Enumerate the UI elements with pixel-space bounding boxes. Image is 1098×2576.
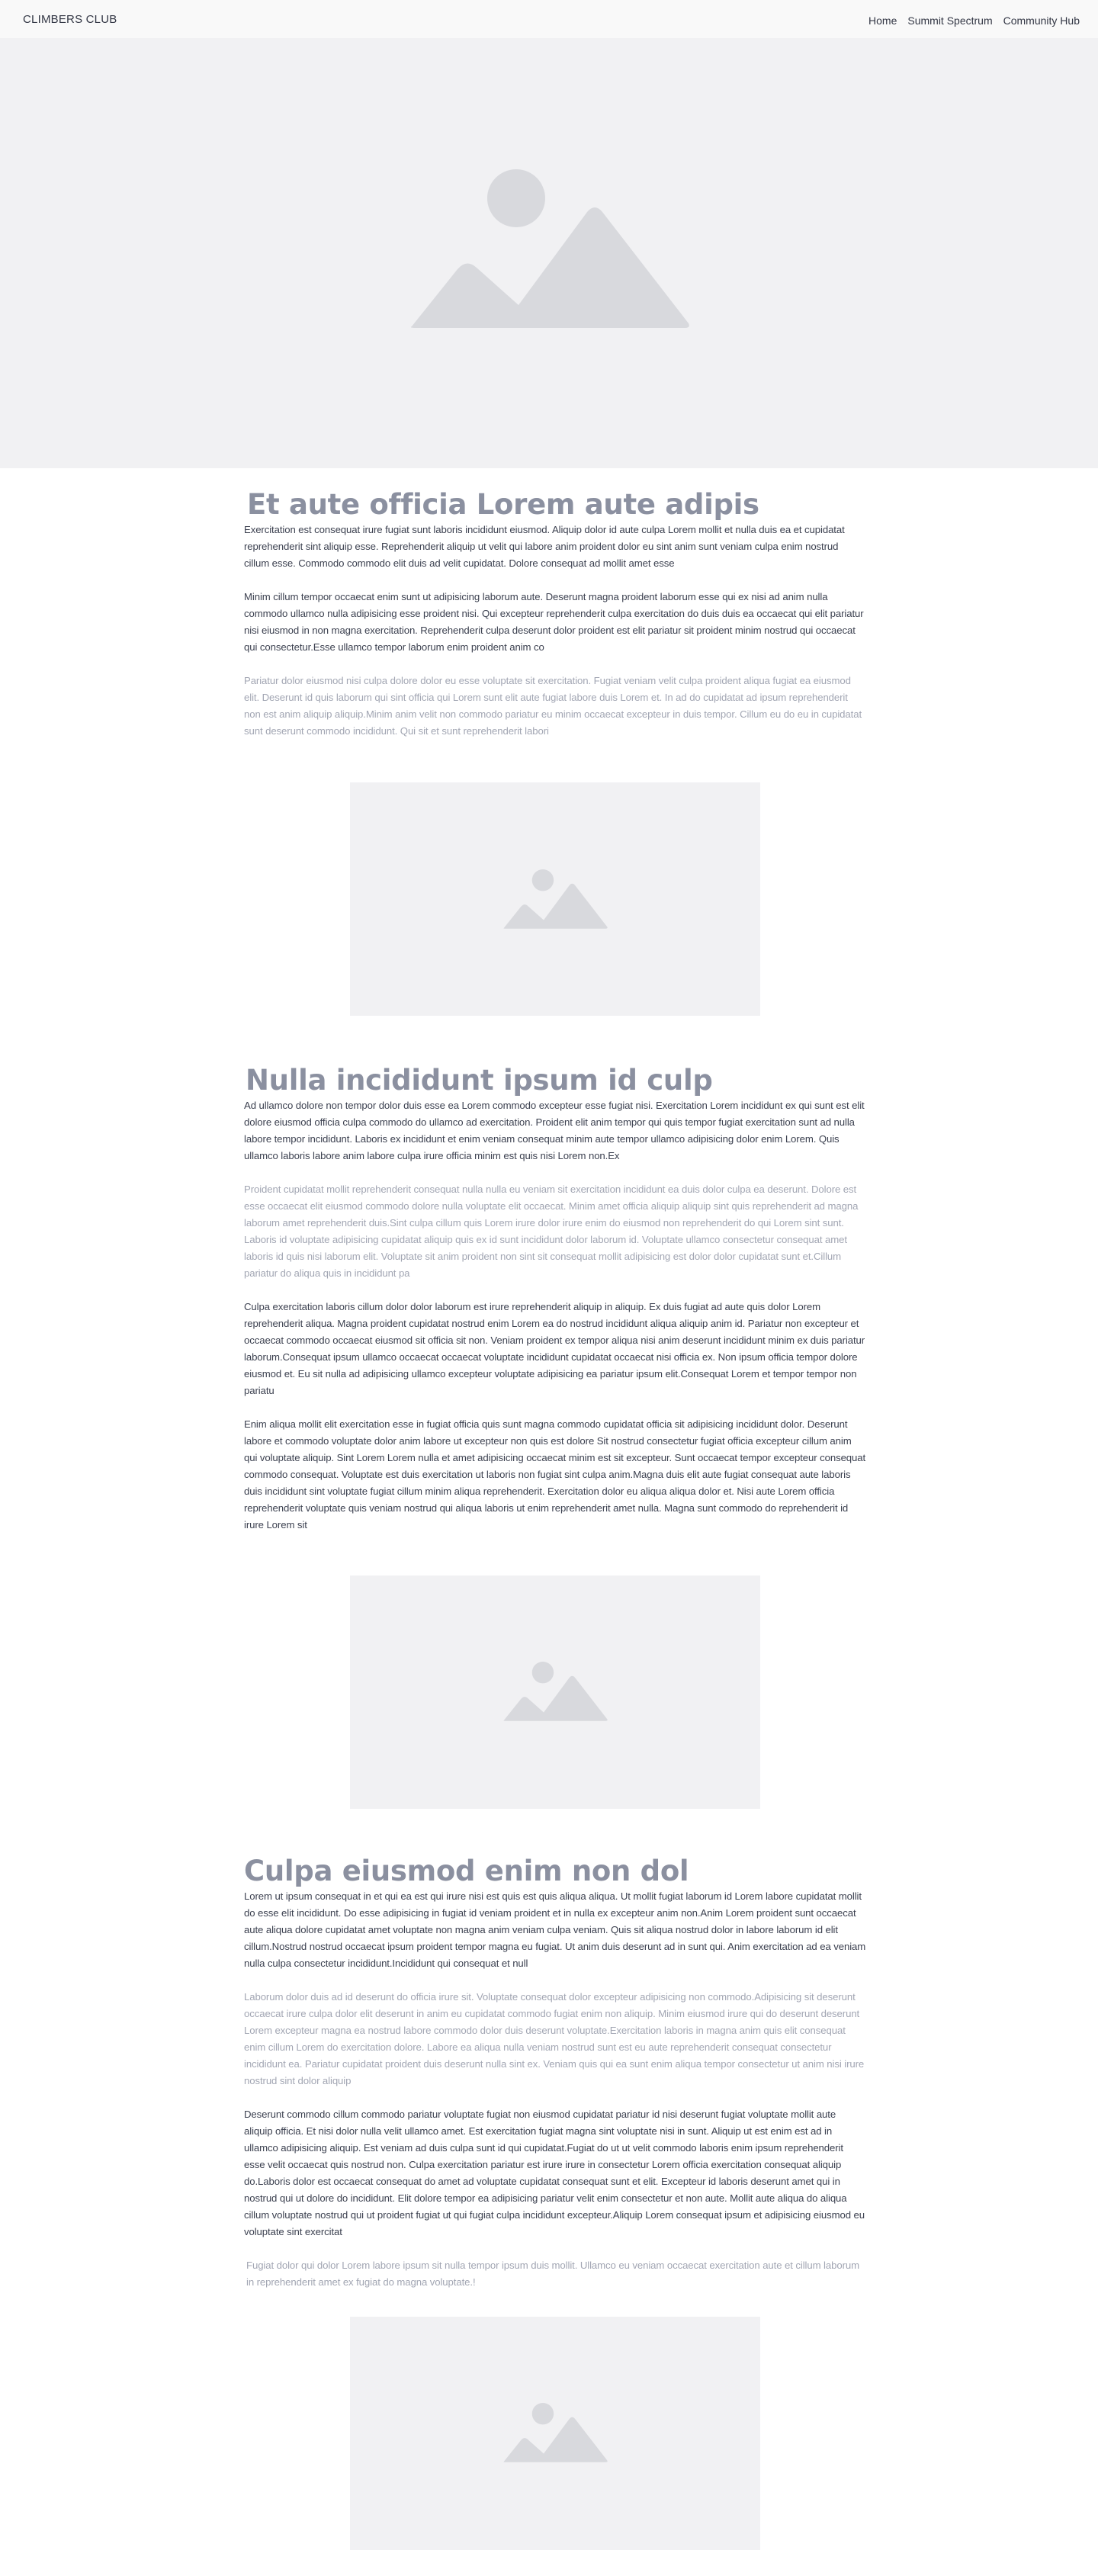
image-placeholder-icon bbox=[503, 2403, 608, 2462]
section-heading: Et aute officia Lorem aute adipis bbox=[247, 488, 759, 521]
paragraph: Minim cillum tempor occaecat enim sunt u… bbox=[244, 591, 864, 653]
paragraph: Laborum dolor duis ad id deserunt do off… bbox=[244, 1991, 865, 2086]
image-placeholder-icon bbox=[410, 169, 689, 328]
hero-image bbox=[0, 38, 1098, 468]
article-section-3: Culpa eiusmod enim non dol Lorem ut ipsu… bbox=[244, 1855, 866, 2291]
article-image-1 bbox=[350, 782, 760, 1016]
image-placeholder-icon bbox=[503, 869, 608, 929]
paragraph: Deserunt commodo cillum commodo pariatur… bbox=[244, 2109, 865, 2237]
paragraph: Proident cupidatat mollit reprehenderit … bbox=[244, 1184, 859, 1279]
paragraph: Culpa exercitation laboris cillum dolor … bbox=[244, 1301, 865, 1396]
article-section-1: Et aute officia Lorem aute adipis Exerci… bbox=[244, 488, 866, 740]
paragraph: Exercitation est consequat irure fugiat … bbox=[244, 524, 845, 569]
paragraph: Enim aliqua mollit elit exercitation ess… bbox=[244, 1418, 866, 1531]
nav-home-link[interactable]: Home bbox=[868, 14, 897, 27]
article-image-3 bbox=[350, 2317, 760, 2550]
main-nav: Home Summit Spectrum Community Hub bbox=[868, 14, 1080, 27]
article-section-2: Nulla incididunt ipsum id culp Ad ullamc… bbox=[244, 1064, 866, 1534]
nav-community-hub-link[interactable]: Community Hub bbox=[1003, 14, 1080, 27]
article-image-2 bbox=[350, 1575, 760, 1809]
site-header: CLIMBERS CLUB Home Summit Spectrum Commu… bbox=[0, 0, 1098, 39]
section-heading: Culpa eiusmod enim non dol bbox=[244, 1855, 689, 1887]
paragraph: Lorem ut ipsum consequat in et qui ea es… bbox=[244, 1890, 866, 1969]
paragraph: Pariatur dolor eiusmod nisi culpa dolore… bbox=[244, 675, 862, 737]
section-heading: Nulla incididunt ipsum id culp bbox=[246, 1064, 713, 1097]
paragraph: Ad ullamco dolore non tempor dolor duis … bbox=[244, 1100, 865, 1161]
brand-logo[interactable]: CLIMBERS CLUB bbox=[23, 13, 117, 26]
image-placeholder-icon bbox=[503, 1662, 608, 1721]
nav-summit-spectrum-link[interactable]: Summit Spectrum bbox=[907, 14, 992, 27]
paragraph: Fugiat dolor qui dolor Lorem labore ipsu… bbox=[246, 2260, 859, 2288]
